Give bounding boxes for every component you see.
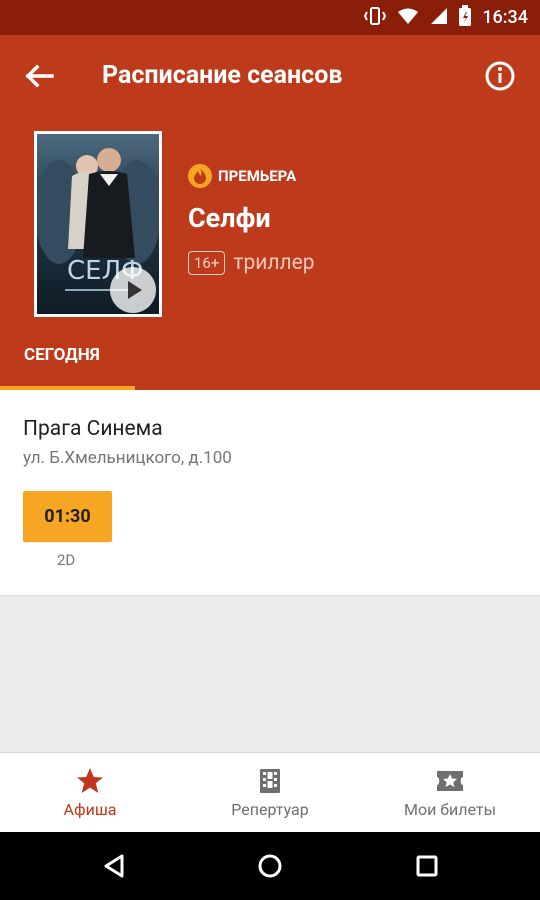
info-button[interactable] xyxy=(484,60,516,92)
android-back-button[interactable] xyxy=(80,832,148,900)
cinema-name: Прага Синема xyxy=(23,417,163,441)
cinema-address: ул. Б.Хмельницкого, д.100 xyxy=(23,448,232,468)
vibrate-icon xyxy=(364,6,387,30)
session-format: 2D xyxy=(57,551,76,569)
premiere-label: ПРЕМЬЕРА xyxy=(218,167,297,185)
star-icon xyxy=(77,768,103,793)
nav-afisha[interactable]: Афиша xyxy=(0,753,180,833)
bottom-navigation: Афиша Репертуар Мои билеты xyxy=(0,752,540,833)
android-navigation-bar xyxy=(0,832,540,900)
nav-my-tickets-label: Мои билеты xyxy=(403,800,496,819)
nav-repertoire[interactable]: Репертуар xyxy=(180,753,360,833)
age-rating-badge: 16+ xyxy=(188,251,226,275)
page-title: Расписание сеансов xyxy=(102,61,343,90)
movie-title: Селфи xyxy=(188,202,271,234)
play-trailer-button[interactable] xyxy=(110,267,156,313)
recents-square-icon xyxy=(416,855,438,877)
movie-poster[interactable]: СЕЛФ xyxy=(34,131,162,317)
movie-genre: триллер xyxy=(233,251,315,275)
triangle-back-icon xyxy=(104,854,124,878)
home-circle-icon xyxy=(258,854,282,878)
fire-icon xyxy=(188,164,212,188)
android-recents-button[interactable] xyxy=(393,832,461,900)
movie-header: Расписание сеансов СЕЛФ ПРЕМЬЕРА Селфи 1… xyxy=(0,35,540,390)
back-arrow-icon xyxy=(25,64,54,88)
session-time-button[interactable]: 01:30 xyxy=(23,491,112,542)
movie-meta: 16+ триллер xyxy=(188,251,315,275)
back-button[interactable] xyxy=(22,59,56,93)
nav-my-tickets[interactable]: Мои билеты xyxy=(360,753,540,833)
film-icon xyxy=(260,769,280,793)
wifi-icon xyxy=(396,7,420,29)
tab-today[interactable]: СЕГОДНЯ xyxy=(24,345,100,365)
battery-icon xyxy=(458,4,472,31)
cinema-session-card: Прага Синема ул. Б.Хмельницкого, д.100 0… xyxy=(0,390,540,596)
status-icons: 16:34 xyxy=(364,0,528,35)
ticket-icon xyxy=(437,771,463,791)
nav-repertoire-label: Репертуар xyxy=(231,800,309,819)
info-icon xyxy=(485,61,515,91)
status-bar: 16:34 xyxy=(0,0,540,35)
android-home-button[interactable] xyxy=(236,832,304,900)
premiere-badge: ПРЕМЬЕРА xyxy=(188,164,296,188)
nav-afisha-label: Афиша xyxy=(63,800,117,819)
play-icon xyxy=(128,281,142,299)
signal-icon xyxy=(430,7,448,29)
poster-image: СЕЛФ xyxy=(37,134,159,314)
status-time: 16:34 xyxy=(482,7,528,28)
